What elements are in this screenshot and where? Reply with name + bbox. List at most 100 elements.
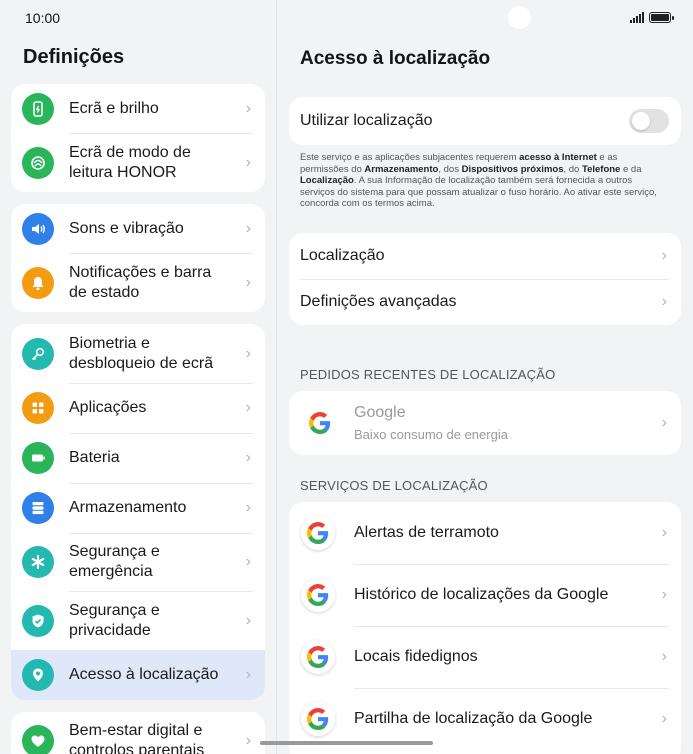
service-earthquake-alerts[interactable]: Alertas de terramoto › [289,502,681,564]
sidebar-item-label: Segurança e privacidade [69,601,160,639]
sidebar-item-label: Biometria e desbloqueio de ecrã [69,334,214,372]
sidebar-item-apps[interactable]: Aplicações › [11,383,265,433]
service-label: Locais fidedignos [354,648,478,665]
sidebar-item-label: Ecrã de modo de leitura HONOR [69,143,191,181]
sidebar-item-reading-mode[interactable]: Ecrã de modo de leitura HONOR › [11,133,265,192]
sidebar-item-label: Notificações e barra de estado [69,263,212,301]
chevron-right-icon: › [661,524,667,541]
location-label: Localização [300,247,385,264]
sidebar-item-label: Bateria [69,449,120,466]
sidebar-item-security-privacy[interactable]: Segurança e privacidade › [11,591,265,650]
sidebar-item-display-brightness[interactable]: Ecrã e brilho › [11,84,265,133]
advanced-settings-label: Definições avançadas [300,293,457,310]
settings-group-display: Ecrã e brilho › Ecrã de modo de leitura … [11,84,265,192]
location-settings-card: Localização › Definições avançadas › [289,233,681,325]
chevron-right-icon: › [245,153,251,171]
home-indicator[interactable] [260,741,433,745]
google-logo-icon [301,516,335,550]
chevron-right-icon: › [661,414,667,431]
location-pin-icon [22,659,54,691]
settings-group-sounds: Sons e vibração › Notificações e barra d… [11,204,265,312]
divider [354,564,669,565]
status-time: 10:00 [25,10,61,26]
chevron-right-icon: › [245,99,251,117]
google-logo-icon [303,406,337,440]
chevron-right-icon: › [661,710,667,727]
eye-comfort-icon [22,146,54,179]
status-icons [630,12,674,23]
sidebar-item-label: Acesso à localização [69,666,219,683]
recent-request-google[interactable]: Google Baixo consumo de energia › [289,391,681,455]
sidebar-item-location-access[interactable]: Acesso à localização › [11,650,265,700]
sidebar-item-biometrics[interactable]: Biometria e desbloqueio de ecrã › [11,324,265,383]
sidebar-item-label: Aplicações [69,399,147,416]
sidebar-item-label: Ecrã e brilho [69,99,159,117]
google-logo-icon [301,578,335,612]
chevron-right-icon: › [661,247,667,264]
settings-group-system: Biometria e desbloqueio de ecrã › Aplica… [11,324,265,700]
asterisk-icon [22,546,54,578]
chevron-right-icon: › [245,399,251,416]
location-disclaimer: Este serviço e as aplicações subjacentes… [300,152,657,209]
divider [354,626,669,627]
signal-strength-icon [630,12,644,23]
recent-request-detail: Baixo consumo de energia [354,427,508,442]
use-location-card: Utilizar localização [289,97,681,145]
location-services-header: SERVIÇOS DE LOCALIZAÇÃO [300,478,488,493]
speaker-icon [22,212,54,245]
sidebar-item-label: Sons e vibração [69,219,184,237]
service-label: Partilha de localização da Google [354,710,593,727]
key-icon [22,337,54,370]
divider [354,688,669,689]
page-title: Definições [23,46,125,68]
shield-check-icon [22,604,54,637]
sidebar-item-notifications[interactable]: Notificações e barra de estado › [11,253,265,312]
sidebar-item-safety-emergency[interactable]: Segurança e emergência › [11,533,265,591]
recent-requests-header: PEDIDOS RECENTES DE LOCALIZAÇÃO [300,367,556,382]
google-logo-icon [301,702,335,736]
use-location-row[interactable]: Utilizar localização [289,97,681,145]
divider [69,433,253,434]
storage-icon [22,492,54,524]
panel-title: Acesso à localização [300,48,491,69]
toggle-knob [632,112,650,130]
chevron-right-icon: › [245,499,251,516]
chevron-right-icon: › [661,293,667,310]
screen: Definições Ecrã e brilho › Ecrã de modo … [0,0,693,754]
service-label: Histórico de localizações da Google [354,586,609,603]
sidebar-item-label: Armazenamento [69,499,187,516]
battery-icon [22,442,54,474]
chevron-right-icon: › [661,648,667,665]
battery-status-icon [649,12,674,23]
service-location-history[interactable]: Histórico de localizações da Google › [289,564,681,626]
chevron-right-icon: › [245,666,251,683]
divider [69,133,253,134]
heart-icon [22,725,54,754]
location-services-card: Alertas de terramoto › Histórico de loca… [289,502,681,754]
location-access-panel: Acesso à localização Utilizar localizaçã… [277,0,693,754]
use-location-label: Utilizar localização [300,112,433,129]
status-bar: 10:00 [0,0,693,36]
service-trusted-places[interactable]: Locais fidedignos › [289,626,681,688]
google-logo-icon [301,640,335,674]
settings-group-wellbeing: Bem-estar digital e controlos parentais … [11,712,265,754]
chevron-right-icon: › [245,344,251,362]
sidebar-item-digital-wellbeing[interactable]: Bem-estar digital e controlos parentais … [11,712,265,754]
divider [69,591,253,592]
sidebar-item-sounds[interactable]: Sons e vibração › [11,204,265,253]
recent-request-app-name: Google [354,404,406,421]
chevron-right-icon: › [245,219,251,237]
divider [69,383,253,384]
divider [69,533,253,534]
location-row[interactable]: Localização › [289,233,681,279]
sidebar-item-label: Bem-estar digital e controlos parentais [69,722,205,754]
use-location-toggle[interactable] [629,109,669,133]
display-icon [22,92,54,125]
sidebar-item-storage[interactable]: Armazenamento › [11,483,265,533]
front-camera-cutout [508,6,531,29]
sidebar-item-battery[interactable]: Bateria › [11,433,265,483]
bell-icon [22,266,54,299]
advanced-settings-row[interactable]: Definições avançadas › [289,279,681,325]
sidebar-item-label: Segurança e emergência [69,543,160,580]
divider [300,279,669,280]
